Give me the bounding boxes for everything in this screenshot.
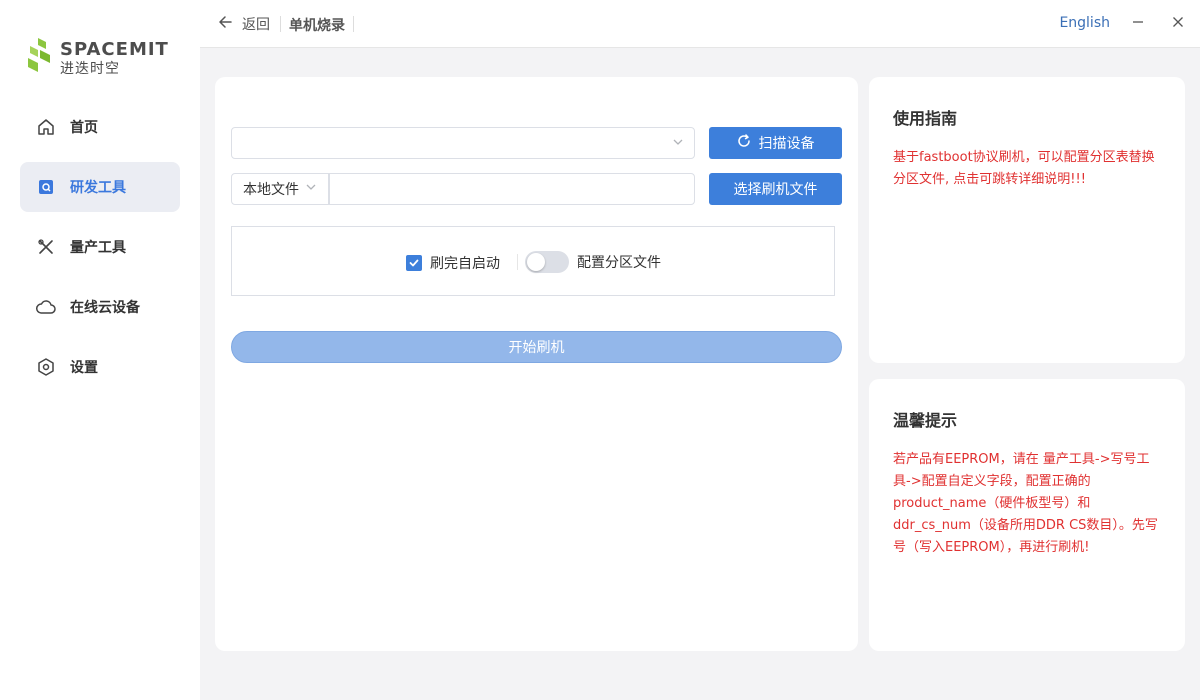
- sidebar-item-production-tools[interactable]: 量产工具: [20, 222, 180, 272]
- sidebar-item-label: 设置: [70, 360, 98, 376]
- minimize-button[interactable]: [1128, 12, 1148, 36]
- sidebar: SPACEMIT 进迭时空 首页 研发工具 量产工具 在线云设备 设置: [0, 0, 200, 700]
- header-bar: 返回 单机烧录 English: [200, 0, 1200, 48]
- auto-boot-checkbox[interactable]: 刷完自启动: [406, 253, 500, 273]
- chevron-down-icon: [305, 181, 317, 197]
- cloud-icon: [36, 297, 56, 317]
- toggle-switch[interactable]: [525, 251, 569, 273]
- brand-name-en: SPACEMIT: [60, 39, 169, 60]
- partition-config-toggle[interactable]: 配置分区文件: [525, 251, 661, 273]
- sidebar-item-label: 研发工具: [70, 180, 126, 196]
- tips-card: 温馨提示 若产品有EEPROM，请在 量产工具->写号工具->配置自定义字段，配…: [869, 379, 1185, 651]
- minimize-icon: [1132, 16, 1144, 32]
- device-select[interactable]: [231, 127, 695, 159]
- scan-device-button[interactable]: 扫描设备: [709, 127, 842, 159]
- tips-title: 温馨提示: [893, 411, 958, 430]
- sidebar-nav: 首页 研发工具 量产工具 在线云设备 设置: [20, 102, 180, 402]
- close-icon: [1172, 16, 1184, 32]
- sidebar-item-label: 量产工具: [70, 240, 126, 256]
- file-source-value: 本地文件: [243, 182, 299, 198]
- brand-name-cn: 进迭时空: [60, 61, 120, 77]
- refresh-icon: [737, 134, 751, 152]
- tools-icon: [36, 237, 56, 257]
- app-window: SPACEMIT 进迭时空 首页 研发工具 量产工具 在线云设备 设置 返回 单…: [0, 0, 1200, 700]
- sidebar-item-label: 首页: [70, 120, 98, 136]
- file-path-input[interactable]: [329, 173, 695, 205]
- back-button[interactable]: 返回: [218, 14, 270, 34]
- usage-guide-title: 使用指南: [893, 109, 958, 128]
- dev-tools-icon: [36, 177, 56, 197]
- auto-boot-label: 刷完自启动: [430, 256, 500, 272]
- breadcrumb-divider: [353, 16, 354, 32]
- checkmark-icon: [406, 255, 422, 271]
- arrow-left-icon: [218, 15, 232, 33]
- back-label: 返回: [242, 17, 270, 33]
- chevron-down-icon: [672, 136, 684, 152]
- sidebar-item-dev-tools[interactable]: 研发工具: [20, 162, 180, 212]
- language-switch[interactable]: English: [1059, 15, 1110, 31]
- flash-panel: 扫描设备 本地文件 选择刷机文件 刷完自启动 配置分区文件 开始刷机: [215, 77, 858, 651]
- usage-guide-link[interactable]: 基于fastboot协议刷机，可以配置分区表替换分区文件, 点击可跳转详细说明!…: [893, 147, 1161, 191]
- breadcrumb-divider: [280, 16, 281, 32]
- usage-guide-card: 使用指南 基于fastboot协议刷机，可以配置分区表替换分区文件, 点击可跳转…: [869, 77, 1185, 363]
- home-icon: [36, 117, 56, 137]
- sidebar-item-cloud-devices[interactable]: 在线云设备: [20, 282, 180, 332]
- start-flash-button[interactable]: 开始刷机: [231, 331, 842, 363]
- close-button[interactable]: [1168, 12, 1188, 36]
- option-divider: [517, 254, 518, 270]
- tips-text: 若产品有EEPROM，请在 量产工具->写号工具->配置自定义字段，配置正确的p…: [893, 452, 1158, 555]
- sidebar-item-home[interactable]: 首页: [20, 102, 180, 152]
- choose-flash-file-button[interactable]: 选择刷机文件: [709, 173, 842, 205]
- settings-icon: [36, 357, 56, 377]
- sidebar-item-settings[interactable]: 设置: [20, 342, 180, 392]
- spacemit-logo-icon: [28, 38, 50, 72]
- breadcrumb: 单机烧录: [289, 18, 345, 34]
- scan-device-label: 扫描设备: [758, 136, 815, 152]
- flash-options: 刷完自启动 配置分区文件: [231, 226, 835, 296]
- file-source-select[interactable]: 本地文件: [231, 173, 329, 205]
- partition-config-label: 配置分区文件: [577, 255, 661, 271]
- brand-logo: SPACEMIT 进迭时空: [24, 36, 184, 80]
- sidebar-item-label: 在线云设备: [70, 300, 140, 316]
